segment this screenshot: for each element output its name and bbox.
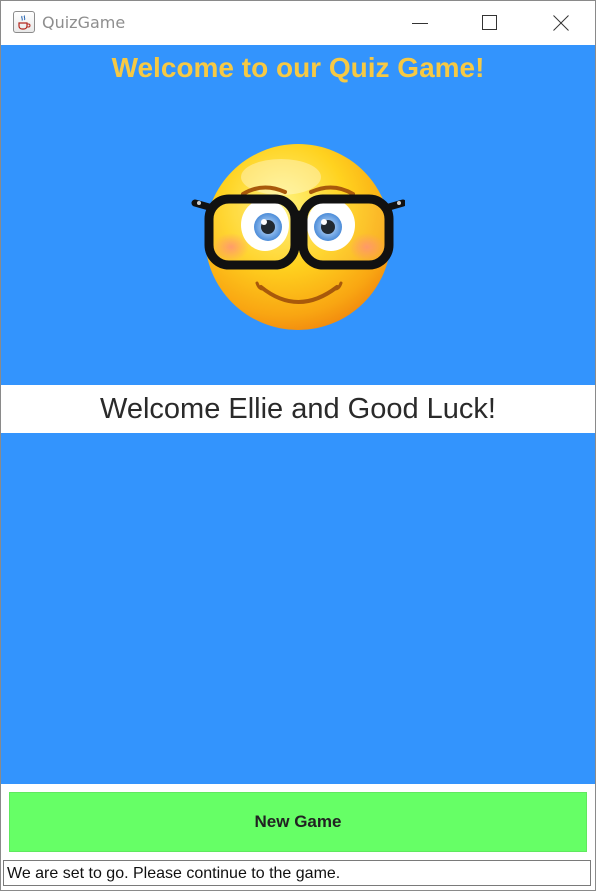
footer-panel: New Game We are set to go. Please contin…: [1, 784, 595, 890]
page-title: Welcome to our Quiz Game!: [111, 52, 485, 83]
quiz-game-window: QuizGame Welcome to our Quiz Game! Welco…: [0, 0, 596, 891]
close-icon: [553, 15, 569, 31]
new-game-button[interactable]: New Game: [9, 792, 587, 852]
minimize-button[interactable]: [397, 1, 443, 45]
maximize-button[interactable]: [467, 1, 513, 45]
welcome-message: Welcome Ellie and Good Luck!: [99, 393, 496, 425]
maximize-icon: [482, 15, 497, 30]
nerd-glasses-emoji-icon: [191, 137, 407, 333]
minimize-icon: [412, 23, 428, 24]
title-bar[interactable]: QuizGame: [1, 1, 595, 45]
status-text: We are set to go. Please continue to the…: [7, 865, 341, 882]
java-app-icon[interactable]: [13, 11, 35, 33]
window-title: QuizGame: [42, 13, 126, 32]
welcome-banner: Welcome Ellie and Good Luck!: [1, 385, 595, 433]
quiz-content-panel: Welcome to our Quiz Game! Welcome Ellie …: [1, 45, 595, 784]
status-field[interactable]: We are set to go. Please continue to the…: [3, 860, 591, 886]
close-button[interactable]: [538, 1, 584, 45]
